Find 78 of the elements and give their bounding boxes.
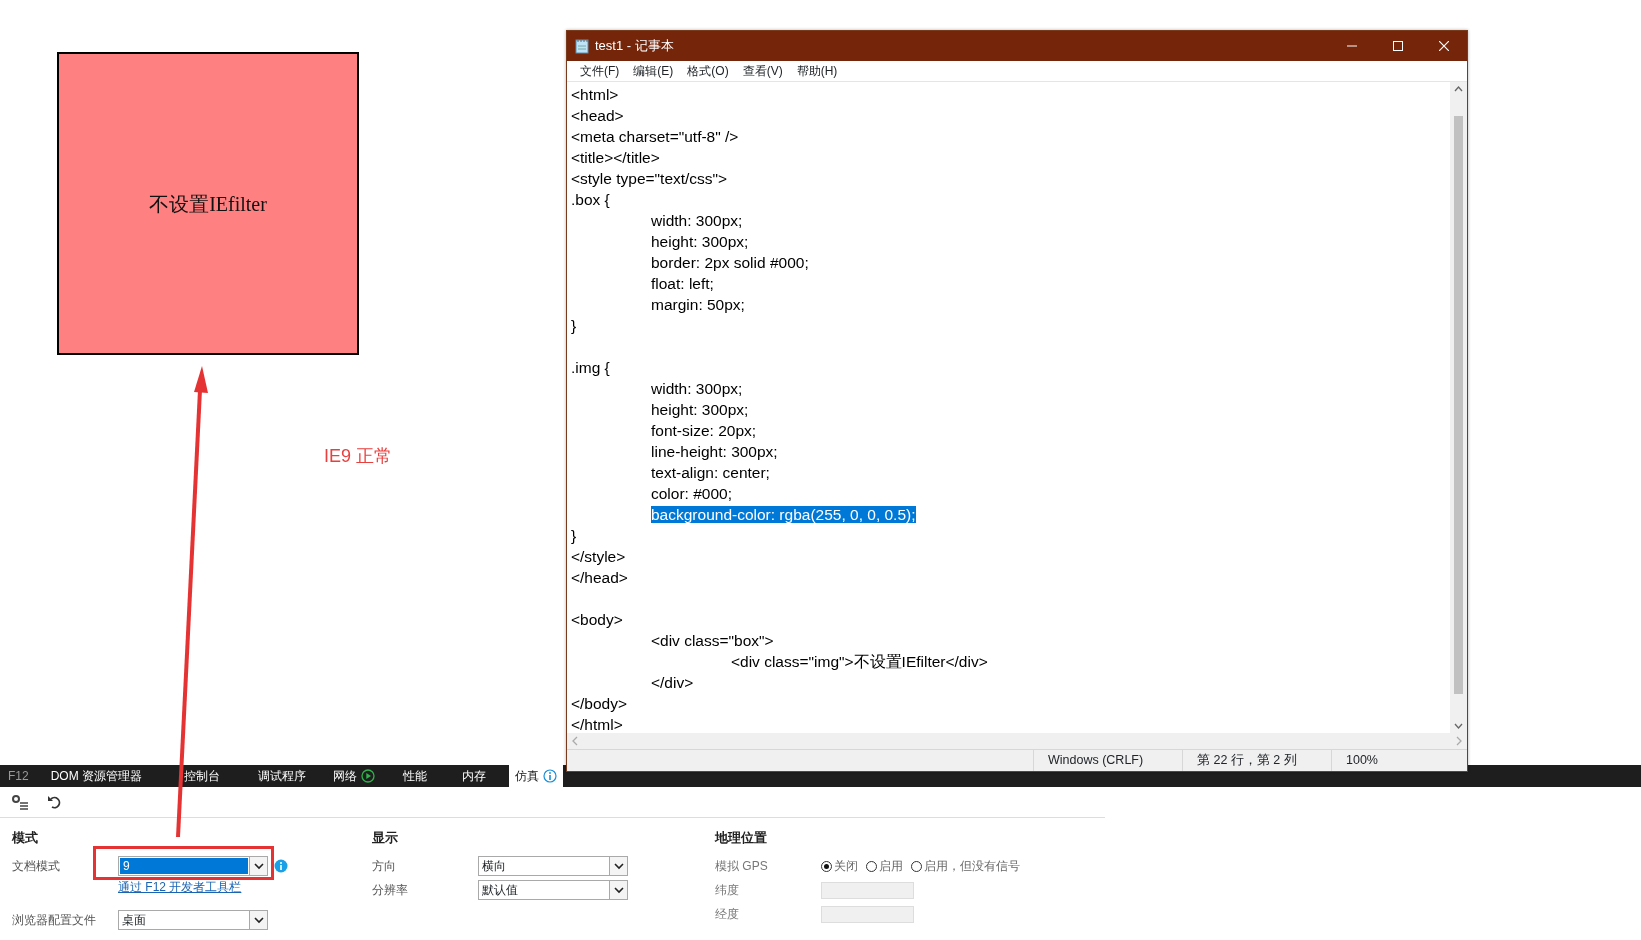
code-line: line-height: 300px; bbox=[650, 443, 778, 460]
field-label: 经度 bbox=[715, 906, 740, 923]
dropdown[interactable]: 横向 bbox=[478, 856, 628, 876]
section-heading: 模式 bbox=[12, 829, 39, 847]
field-label: 浏览器配置文件 bbox=[12, 912, 97, 929]
maximize-icon bbox=[1393, 41, 1403, 51]
code-line: </head> bbox=[571, 569, 628, 586]
status-text: Windows (CRLF) bbox=[1033, 750, 1182, 771]
close-icon bbox=[1439, 41, 1449, 51]
dropdown[interactable]: 9 bbox=[118, 856, 268, 876]
code-line: text-align: center; bbox=[650, 464, 770, 481]
code-line: height: 300px; bbox=[650, 233, 749, 250]
developer-toolbar-link[interactable]: 通过 F12 开发者工具栏 bbox=[118, 878, 242, 898]
scroll-right-icon[interactable] bbox=[1455, 736, 1463, 746]
code-line: <style type="text/css"> bbox=[571, 170, 728, 187]
code-line: width: 300px; bbox=[650, 380, 743, 397]
code-line: height: 300px; bbox=[650, 401, 749, 418]
code-line: </div> bbox=[650, 674, 694, 691]
code-line: font-size: 20px; bbox=[650, 422, 757, 439]
code-line: <meta charset="utf-8" /> bbox=[571, 128, 739, 145]
code-line: <head> bbox=[571, 107, 624, 124]
scroll-left-icon[interactable] bbox=[571, 736, 579, 746]
code-line: margin: 50px; bbox=[650, 296, 745, 313]
code-line: <body> bbox=[571, 611, 623, 628]
section-heading: 地理位置 bbox=[715, 829, 768, 847]
dropdown[interactable]: 默认值 bbox=[478, 880, 628, 900]
radio-option[interactable]: 关闭 bbox=[821, 857, 858, 875]
horizontal-scrollbar[interactable] bbox=[567, 733, 1467, 749]
menu-item[interactable]: 编辑(E) bbox=[626, 62, 681, 80]
devtools-tab[interactable]: 调试程序 bbox=[258, 765, 306, 787]
annotation-text: IE9 正常 bbox=[324, 445, 393, 468]
code-line: float: left; bbox=[650, 275, 714, 292]
field-label: 方向 bbox=[372, 858, 397, 875]
devtools-tab[interactable]: 仿真 bbox=[509, 765, 563, 787]
notepad-icon bbox=[575, 38, 589, 54]
code-line: color: #000; bbox=[650, 485, 732, 502]
devtools-label: F12 bbox=[7, 768, 30, 785]
code-line: .img { bbox=[571, 359, 610, 376]
info-icon[interactable] bbox=[274, 859, 288, 873]
devtools-tab[interactable]: DOM 资源管理器 bbox=[50, 765, 143, 787]
info-icon bbox=[543, 769, 557, 783]
code-line: <div class="box"> bbox=[650, 632, 774, 649]
menu-item[interactable]: 文件(F) bbox=[573, 62, 627, 80]
code-line: <html> bbox=[571, 86, 619, 103]
window-title: test1 - 记事本 bbox=[595, 37, 674, 56]
field-label: 模拟 GPS bbox=[715, 858, 769, 875]
box-text: 不设置IEfilter bbox=[149, 191, 267, 217]
code-line: <title></title> bbox=[571, 149, 660, 166]
section-heading: 显示 bbox=[372, 829, 399, 847]
field-label: 分辨率 bbox=[372, 882, 409, 899]
menu-item[interactable]: 帮助(H) bbox=[789, 62, 845, 80]
devtools-tab[interactable]: 网络 bbox=[333, 765, 375, 787]
scroll-thumb[interactable] bbox=[1454, 116, 1463, 694]
code-line: </body> bbox=[571, 695, 628, 712]
code-line: } bbox=[571, 317, 577, 334]
code-line: border: 2px solid #000; bbox=[650, 254, 809, 271]
devtools-tab[interactable]: 内存 bbox=[462, 765, 486, 787]
settings-icon[interactable] bbox=[11, 794, 29, 810]
undo-icon[interactable] bbox=[47, 795, 61, 809]
field-label: 纬度 bbox=[715, 882, 740, 899]
radio-option[interactable]: 启用，但没有信号 bbox=[911, 857, 1020, 875]
code-line: <div class="img">不设置IEfilter</div> bbox=[730, 653, 988, 670]
dropdown[interactable]: 桌面 bbox=[118, 910, 268, 930]
code-line: </html> bbox=[571, 716, 623, 733]
radio-option[interactable]: 启用 bbox=[866, 857, 903, 875]
play-icon[interactable] bbox=[361, 769, 375, 783]
code-line: } bbox=[571, 527, 577, 544]
code-line: </style> bbox=[571, 548, 626, 565]
vertical-scrollbar[interactable] bbox=[1450, 82, 1467, 733]
code-line: width: 300px; bbox=[650, 212, 743, 229]
devtools-tab[interactable]: 性能 bbox=[403, 765, 427, 787]
code-line: .box { bbox=[571, 191, 610, 208]
menu-item[interactable]: 查看(V) bbox=[735, 62, 790, 80]
status-text: 第 22 行，第 2 列 bbox=[1182, 750, 1331, 771]
devtools-tab[interactable]: 控制台 bbox=[184, 765, 220, 787]
menu-item[interactable]: 格式(O) bbox=[680, 62, 736, 80]
field-label: 文档模式 bbox=[12, 858, 61, 875]
status-text: 100% bbox=[1331, 750, 1467, 771]
